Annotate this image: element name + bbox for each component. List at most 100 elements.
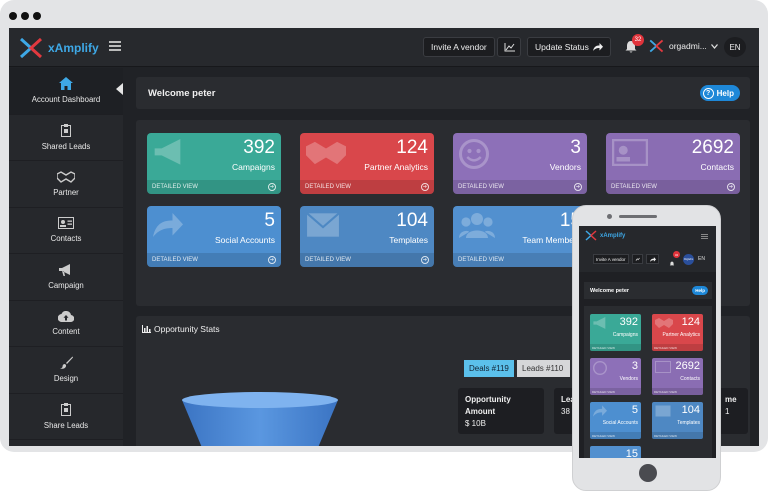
- invite-vendor-label: Invite A vendor: [431, 42, 487, 52]
- phone-brand-name: xAmplify: [600, 232, 626, 239]
- phone-team-members-card[interactable]: 15: [590, 446, 641, 458]
- templates-card[interactable]: 104 Templates DETAILED VIEW ➔: [300, 206, 434, 267]
- handshake-icon: [306, 141, 346, 165]
- analytics-chart-button[interactable]: [497, 37, 521, 57]
- detailed-view-link[interactable]: DETAILED VIEW: [652, 388, 703, 395]
- window-dot[interactable]: [33, 12, 41, 20]
- megaphone-icon: [593, 317, 606, 329]
- phone-brand-logo[interactable]: xAmplify: [585, 230, 625, 241]
- phone-help-button[interactable]: Help: [692, 286, 708, 295]
- team-members-card[interactable]: 15 Team Members DETAILED VIEW➔: [453, 206, 587, 267]
- line-chart-icon: [504, 42, 515, 51]
- footer-label: DETAILED VIEW: [611, 184, 657, 190]
- menu-toggle-icon[interactable]: [109, 41, 121, 51]
- campaigns-card[interactable]: 392 Campaigns DETAILED VIEW ➔: [147, 133, 281, 194]
- share-icon: [153, 213, 183, 237]
- help-button[interactable]: ? Help: [699, 85, 740, 101]
- phone-campaigns-card[interactable]: 392 Campaigns DETAILED VIEW: [590, 314, 641, 351]
- sidebar-item-share-leads[interactable]: Share Leads: [9, 394, 123, 440]
- card-label: Vendors: [549, 162, 581, 172]
- sidebar-item-design[interactable]: Design: [9, 347, 123, 394]
- sidebar-item-label: Contacts: [50, 234, 82, 244]
- detailed-view-link[interactable]: DETAILED VIEW: [652, 344, 703, 351]
- megaphone-icon: [154, 139, 181, 165]
- detailed-view-link[interactable]: DETAILED VIEW: [590, 388, 641, 395]
- sidebar-item-label: Campaign: [48, 280, 84, 290]
- sidebar-item-account-dashboard[interactable]: Account Dashboard: [9, 68, 123, 115]
- phone-vendors-card[interactable]: 3 Vendors DETAILED VIEW: [590, 358, 641, 395]
- partner-analytics-card[interactable]: 124 Partner Analytics DETAILED VIEW ➔: [300, 133, 434, 194]
- brand-logo[interactable]: xAmplify: [19, 37, 99, 59]
- footer-label: DETAILED VIEW: [458, 257, 504, 263]
- phone-camera: [607, 214, 612, 219]
- phone-language-selector[interactable]: EN: [698, 256, 705, 262]
- phone-user-avatar[interactable]: OrgAdm: [683, 254, 694, 265]
- window-dot[interactable]: [9, 12, 17, 20]
- sidebar-item-campaign[interactable]: Campaign: [9, 254, 123, 301]
- sidebar-item-content[interactable]: Content: [9, 301, 123, 347]
- stat-partial: me 1: [718, 388, 748, 434]
- footer-label: DETAILED VIEW: [305, 257, 351, 263]
- sidebar-item-contacts[interactable]: Contacts: [9, 208, 123, 254]
- card-label: Partner Analytics: [662, 332, 700, 338]
- card-count: 15: [625, 448, 638, 458]
- notifications-button[interactable]: 32: [621, 34, 644, 57]
- phone-invite-vendor-button[interactable]: Invite A vendor: [593, 254, 629, 264]
- arrow-right-icon: ➔: [727, 183, 735, 191]
- welcome-text: Welcome peter: [148, 87, 216, 99]
- vendors-card[interactable]: 3 Vendors DETAILED VIEW ➔: [453, 133, 587, 194]
- user-menu[interactable]: orgadmi...: [649, 38, 718, 54]
- detailed-view-link[interactable]: DETAILED VIEW: [590, 432, 641, 439]
- card-count: 104: [681, 404, 700, 416]
- arrow-right-icon: ➔: [421, 183, 429, 191]
- sidebar-item-shared-leads[interactable]: Shared Leads: [9, 115, 123, 161]
- detailed-view-link[interactable]: DETAILED VIEW ➔: [606, 180, 740, 194]
- contact-card-icon: [655, 361, 671, 373]
- stat-value: 1: [725, 406, 730, 416]
- card-count: 5: [631, 404, 638, 416]
- phone-menu-toggle-icon[interactable]: [701, 234, 708, 239]
- detailed-view-link[interactable]: DETAILED VIEW: [652, 432, 703, 439]
- detailed-view-link[interactable]: DETAILED VIEW➔: [300, 180, 434, 194]
- card-label: Social Accounts: [602, 420, 638, 426]
- window-dot[interactable]: [21, 12, 29, 20]
- handshake-icon: [655, 318, 673, 328]
- card-label: Social Accounts: [214, 235, 275, 245]
- phone-update-status-button[interactable]: [646, 254, 659, 264]
- tab-leads[interactable]: Leads #110: [517, 360, 570, 377]
- detailed-view-link[interactable]: DETAILED VIEW: [590, 344, 641, 351]
- card-count: 2692: [675, 360, 700, 372]
- footer-label: DETAILED VIEW: [152, 184, 198, 190]
- phone-welcome-text: Welcome peter: [590, 287, 630, 294]
- phone-social-accounts-card[interactable]: 5 Social Accounts DETAILED VIEW: [590, 402, 641, 439]
- phone-chart-button[interactable]: [632, 254, 643, 264]
- stat-opportunity-amount: Opportunity Amount $ 10B: [458, 388, 544, 434]
- detailed-view-link[interactable]: DETAILED VIEW➔: [300, 253, 434, 267]
- card-label: Campaigns: [232, 162, 275, 172]
- language-selector[interactable]: EN: [724, 37, 746, 57]
- sidebar-item-label: Account Dashboard: [31, 95, 101, 105]
- detailed-view-link[interactable]: DETAILED VIEW➔: [147, 180, 281, 194]
- detailed-view-link[interactable]: DETAILED VIEW➔: [453, 180, 587, 194]
- invite-vendor-button[interactable]: Invite A vendor: [423, 37, 495, 57]
- phone-templates-card[interactable]: 104 Templates DETAILED VIEW: [652, 402, 703, 439]
- detailed-view-link[interactable]: DETAILED VIEW➔: [147, 253, 281, 267]
- social-accounts-card[interactable]: 5 Social Accounts DETAILED VIEW ➔: [147, 206, 281, 267]
- detailed-view-link[interactable]: DETAILED VIEW➔: [453, 253, 587, 267]
- brand-name: xAmplify: [48, 41, 99, 55]
- home-icon: [59, 77, 73, 91]
- update-status-button[interactable]: Update Status: [527, 37, 611, 57]
- tab-deals[interactable]: Deals #119: [464, 360, 514, 377]
- card-count: 5: [264, 210, 275, 231]
- card-count: 392: [619, 316, 638, 328]
- phone-partner-analytics-card[interactable]: 124 Partner Analytics DETAILED VIEW: [652, 314, 703, 351]
- phone-home-button[interactable]: [639, 464, 657, 482]
- window-dots: [9, 12, 41, 20]
- card-label: Vendors: [619, 376, 638, 382]
- phone-notifications-button[interactable]: 32: [668, 251, 680, 266]
- phone-contacts-card[interactable]: 2692 Contacts DETAILED VIEW: [652, 358, 703, 395]
- handshake-icon: [57, 170, 75, 183]
- contacts-card[interactable]: 2692 Contacts DETAILED VIEW ➔: [606, 133, 740, 194]
- sidebar-item-partner[interactable]: Partner: [9, 161, 123, 208]
- card-count: 2692: [691, 137, 734, 158]
